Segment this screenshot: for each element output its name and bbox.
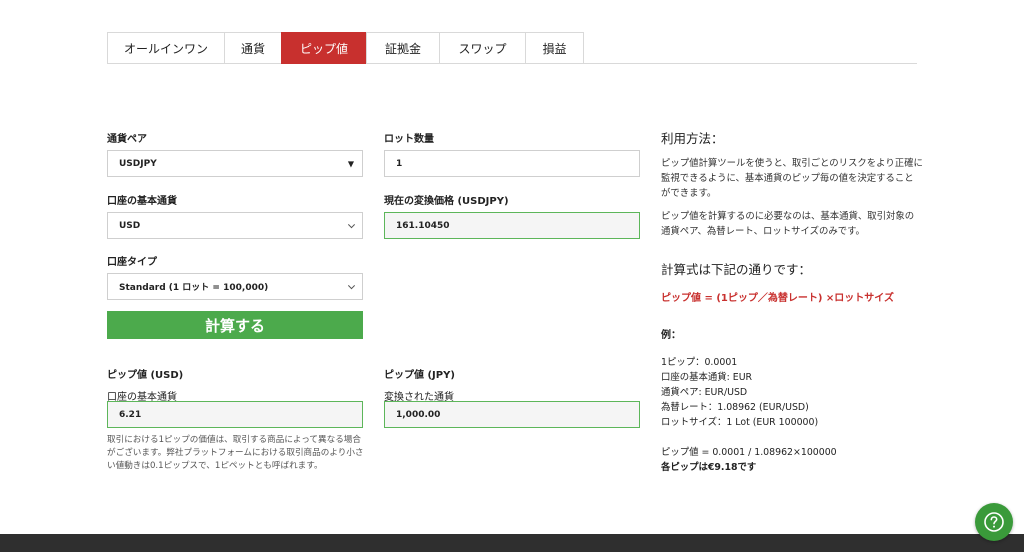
pip-jpy-value: 1,000.00 [396,409,441,420]
currency-pair-label: 通貨ペア [107,134,147,145]
formula-title: 計算式は下記の通りです： [661,262,812,277]
usage-paragraph-1: ピップ値計算ツールを使うと、取引ごとのリスクをより正確に監視できるように、基本通… [661,158,923,199]
lot-value: 1 [396,158,403,169]
example-line: ロットサイズ：1 Lot (EUR 100000) [661,417,819,428]
tab-swap[interactable]: スワップ [439,32,525,64]
rate-field: 161.10450 [384,212,640,239]
base-currency-label: 口座の基本通貨 [107,196,177,207]
lot-input[interactable]: 1 [384,150,640,177]
footer-bar [0,534,1024,552]
currency-pair-value: USDJPY [119,158,157,169]
pip-note: 取引における1ピップの価値は、取引する商品によって異なる場合がございます。弊社プ… [107,435,364,471]
calculator-tabs: オールインワン 通貨 ピップ値 証拠金 スワップ 損益 [107,32,917,64]
help-button[interactable] [975,503,1013,541]
example-result-block: ピップ値 = 0.0001 / 1.08962×100000 各ピップは€9.1… [661,445,837,475]
usage-paragraph-2: ピップ値を計算するのに必要なのは、基本通貨、取引対象の通貨ペア、為替レート、ロッ… [661,211,915,237]
currency-pair-select[interactable]: USDJPY ▼ [107,150,363,177]
base-currency-value: USD [119,220,141,231]
example-line: 為替レート：1.08962 (EUR/USD) [661,402,809,413]
chevron-down-icon [347,281,356,289]
caret-down-icon: ▼ [347,159,354,168]
account-type-value: Standard (1 ロット = 100,000) [119,283,269,293]
example-lines: 1ピップ：0.0001 口座の基本通貨: EUR 通貨ペア: EUR/USD 為… [661,355,818,430]
account-type-label: 口座タイプ [107,257,157,268]
tab-all-in-one[interactable]: オールインワン [107,32,224,64]
question-circle-icon [984,512,1004,532]
pip-jpy-title: ピップ値 (JPY) [384,370,455,381]
example-line: 1ピップ：0.0001 [661,357,738,368]
chevron-down-icon [347,220,356,228]
pip-usd-field: 6.21 [107,401,363,428]
tab-margin[interactable]: 証拠金 [366,32,439,64]
example-calc: ピップ値 = 0.0001 / 1.08962×100000 [661,447,837,458]
example-result: 各ピップは€9.18です [661,462,757,473]
tab-currency[interactable]: 通貨 [224,32,281,64]
lot-label: ロット数量 [384,134,434,145]
pip-usd-title: ピップ値 (USD) [107,370,184,381]
usage-title: 利用方法： [661,131,724,146]
tab-profit-loss[interactable]: 損益 [525,32,584,64]
formula-text: ピップ値 = (1ピップ／為替レート) ×ロットサイズ [661,293,895,304]
pip-jpy-field: 1,000.00 [384,401,640,428]
rate-value: 161.10450 [396,220,450,231]
example-line: 口座の基本通貨: EUR [661,372,753,383]
account-type-select[interactable]: Standard (1 ロット = 100,000) [107,273,363,300]
tab-pip-value[interactable]: ピップ値 [281,32,366,64]
calculate-button[interactable]: 計算する [107,311,363,339]
example-label: 例： [661,330,681,341]
rate-label: 現在の変換価格 (USDJPY) [384,196,509,207]
pip-usd-value: 6.21 [119,409,142,420]
example-line: 通貨ペア: EUR/USD [661,387,748,398]
base-currency-select[interactable]: USD [107,212,363,239]
